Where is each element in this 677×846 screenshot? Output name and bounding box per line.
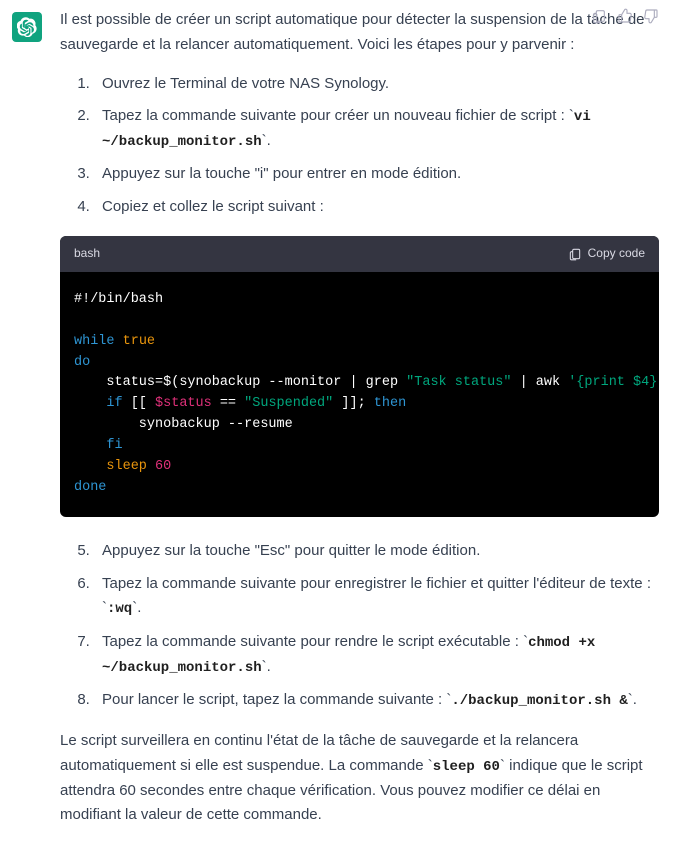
message-content: Il est possible de créer un script autom… xyxy=(60,10,665,828)
list-item: Tapez la commande suivante pour rendre l… xyxy=(94,630,659,680)
thumbs-down-icon[interactable] xyxy=(643,8,659,24)
code-token: "Suspended" xyxy=(244,396,333,411)
list-item: Tapez la commande suivante pour enregist… xyxy=(94,572,659,622)
step-text: Ouvrez le Terminal de votre NAS Synology… xyxy=(102,75,389,92)
code-token: if xyxy=(106,396,122,411)
list-item: Tapez la commande suivante pour créer un… xyxy=(94,104,659,154)
step-suffix: . xyxy=(633,691,637,708)
step-text: Appuyez sur la touche "i" pour entrer en… xyxy=(102,165,461,182)
list-item: Ouvrez le Terminal de votre NAS Synology… xyxy=(94,72,659,97)
list-item: Appuyez sur la touche "Esc" pour quitter… xyxy=(94,539,659,564)
inline-code: ./backup_monitor.sh & xyxy=(451,693,627,709)
step-suffix: . xyxy=(267,132,271,149)
copy-code-button[interactable]: Copy code xyxy=(568,244,645,264)
code-token: | awk xyxy=(511,375,568,390)
assistant-avatar xyxy=(12,12,42,42)
step-text: Tapez la commande suivante pour enregist… xyxy=(102,575,651,592)
list-item: Pour lancer le script, tapez la commande… xyxy=(94,688,659,713)
steps-list-1: Ouvrez le Terminal de votre NAS Synology… xyxy=(60,72,659,220)
code-token xyxy=(74,396,106,411)
clipboard-icon xyxy=(568,247,582,261)
list-item: Copiez et collez le script suivant : xyxy=(94,195,659,220)
code-token: then xyxy=(374,396,406,411)
code-token: #!/bin/bash xyxy=(74,292,163,307)
step-text: Tapez la commande suivante pour rendre l… xyxy=(102,633,523,650)
openai-logo-icon xyxy=(17,17,37,37)
code-block-header: bash Copy code xyxy=(60,236,659,272)
code-token: synobackup --resume xyxy=(74,417,293,432)
outro-text-a: Le script surveillera en continu l'état … xyxy=(60,732,578,774)
code-token: '{print $4}' xyxy=(568,375,659,390)
code-token: do xyxy=(74,355,90,370)
code-token: status=$(synobackup --monitor | grep xyxy=(74,375,406,390)
step-text: Tapez la commande suivante pour créer un… xyxy=(102,107,569,124)
steps-list-2: Appuyez sur la touche "Esc" pour quitter… xyxy=(60,539,659,713)
code-token: true xyxy=(123,334,155,349)
step-suffix: . xyxy=(267,658,271,675)
clipboard-icon[interactable] xyxy=(591,8,607,24)
inline-code: :wq xyxy=(107,601,132,617)
code-lang-label: bash xyxy=(74,244,100,264)
code-token: sleep xyxy=(106,459,147,474)
code-token xyxy=(74,438,106,453)
outro-paragraph: Le script surveillera en continu l'état … xyxy=(60,729,659,828)
code-token: fi xyxy=(106,438,122,453)
code-token: while xyxy=(74,334,115,349)
message-actions xyxy=(60,8,659,24)
step-text: Appuyez sur la touche "Esc" pour quitter… xyxy=(102,542,480,559)
code-token: [[ xyxy=(123,396,155,411)
code-token: 60 xyxy=(147,459,171,474)
assistant-message: Il est possible de créer un script autom… xyxy=(0,0,677,846)
copy-code-label: Copy code xyxy=(588,244,645,264)
list-item: Appuyez sur la touche "i" pour entrer en… xyxy=(94,162,659,187)
code-token xyxy=(74,459,106,474)
step-text: Copiez et collez le script suivant : xyxy=(102,198,324,215)
code-token: done xyxy=(74,480,106,495)
code-token: "Task status" xyxy=(406,375,511,390)
step-text: Pour lancer le script, tapez la commande… xyxy=(102,691,446,708)
code-content: #!/bin/bash while true do status=$(synob… xyxy=(60,272,659,517)
code-block: bash Copy code #!/bin/bash while true do… xyxy=(60,236,659,517)
inline-code: sleep 60 xyxy=(433,759,500,775)
code-token: $status xyxy=(155,396,212,411)
thumbs-up-icon[interactable] xyxy=(617,8,633,24)
code-token: == xyxy=(212,396,244,411)
step-suffix: . xyxy=(137,599,141,616)
code-token: ]]; xyxy=(333,396,374,411)
